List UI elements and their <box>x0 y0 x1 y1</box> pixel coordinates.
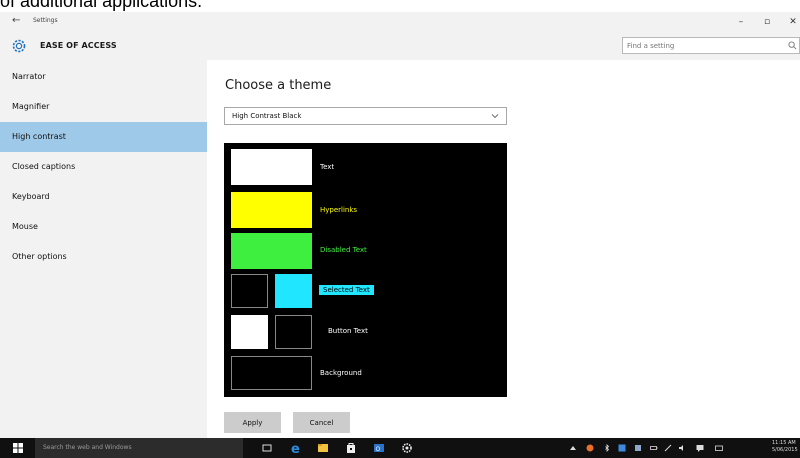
section-title: EASE OF ACCESS <box>40 41 117 50</box>
store-icon[interactable] <box>344 441 358 455</box>
taskbar-search-placeholder: Search the web and Windows <box>43 444 132 451</box>
disabled-text-color-swatch[interactable] <box>231 233 312 269</box>
clock-date: 5/06/2015 <box>772 447 798 453</box>
search-input[interactable] <box>623 38 783 53</box>
button-text-color-swatch[interactable] <box>231 315 268 349</box>
back-arrow-icon[interactable]: ← <box>12 15 20 26</box>
hyperlinks-color-swatch[interactable] <box>231 192 312 228</box>
hyperlinks-label: Hyperlinks <box>320 206 358 214</box>
sidebar-item-mouse[interactable]: Mouse <box>0 212 207 242</box>
text-color-swatch[interactable] <box>231 149 312 185</box>
taskbar-search-box[interactable]: Search the web and Windows <box>35 438 243 458</box>
settings-icon[interactable] <box>400 441 414 455</box>
edge-icon[interactable]: e <box>289 441 303 455</box>
file-explorer-icon[interactable] <box>316 441 330 455</box>
disabled-text-label: Disabled Text <box>320 246 367 254</box>
selected-text-label: Selected Text <box>319 285 374 295</box>
search-box[interactable] <box>622 37 800 54</box>
outlook-icon[interactable]: O <box>372 441 386 455</box>
search-icon[interactable] <box>788 41 797 50</box>
battery-icon[interactable] <box>650 444 658 452</box>
theme-dropdown[interactable]: High Contrast Black <box>224 107 507 125</box>
chevron-up-icon[interactable] <box>569 444 577 452</box>
background-color-swatch[interactable] <box>231 356 312 390</box>
taskbar-clock[interactable]: 11:15 AM 5/06/2015 <box>772 440 798 454</box>
task-view-icon[interactable] <box>260 441 274 455</box>
sidebar-item-other-options[interactable]: Other options <box>0 242 207 272</box>
page-title: Choose a theme <box>225 78 332 93</box>
window-title: Settings <box>33 17 58 24</box>
button-face-color-swatch[interactable] <box>275 315 312 349</box>
notifications-icon[interactable] <box>696 444 704 452</box>
background-label: Background <box>320 369 362 377</box>
close-button[interactable]: ✕ <box>786 16 800 28</box>
volume-icon[interactable] <box>678 444 686 452</box>
pen-icon[interactable] <box>664 444 672 452</box>
document-caption: of additional applications. <box>0 0 203 11</box>
clock-time: 11:15 AM <box>772 440 796 446</box>
taskbar: Search the web and Windows e O 11:15 AM … <box>0 438 800 458</box>
app-tray-icon[interactable] <box>618 444 626 452</box>
button-text-label: Button Text <box>328 327 368 335</box>
theme-preview: Text Hyperlinks Disabled Text Selected T… <box>224 143 507 397</box>
bluetooth-icon[interactable] <box>603 444 611 452</box>
minimize-button[interactable]: – <box>734 16 748 28</box>
sidebar-item-high-contrast[interactable]: High contrast <box>0 122 207 152</box>
sidebar-item-keyboard[interactable]: Keyboard <box>0 182 207 212</box>
keyboard-icon[interactable] <box>715 444 723 452</box>
sidebar-item-magnifier[interactable]: Magnifier <box>0 92 207 122</box>
sidebar: Narrator Magnifier High contrast Closed … <box>0 60 207 438</box>
windows-start-icon[interactable] <box>13 443 23 453</box>
onedrive-icon[interactable] <box>634 444 642 452</box>
svg-text:O: O <box>376 446 381 453</box>
theme-dropdown-value: High Contrast Black <box>232 112 302 120</box>
svg-text:e: e <box>291 442 300 455</box>
restore-button[interactable]: ▫ <box>760 16 774 28</box>
document-caption-strip: of additional applications. <box>0 0 800 12</box>
text-label: Text <box>320 163 335 171</box>
firefox-icon[interactable] <box>586 444 594 452</box>
gear-icon <box>12 39 26 53</box>
selected-text-background-swatch[interactable] <box>231 274 268 308</box>
selected-text-color-swatch[interactable] <box>275 274 312 308</box>
chevron-down-icon <box>491 114 499 119</box>
apply-button[interactable]: Apply <box>224 412 281 433</box>
cancel-button[interactable]: Cancel <box>293 412 350 433</box>
title-bar: ← Settings – ▫ ✕ <box>0 12 800 32</box>
sidebar-item-closed-captions[interactable]: Closed captions <box>0 152 207 182</box>
sidebar-item-narrator[interactable]: Narrator <box>0 62 207 92</box>
